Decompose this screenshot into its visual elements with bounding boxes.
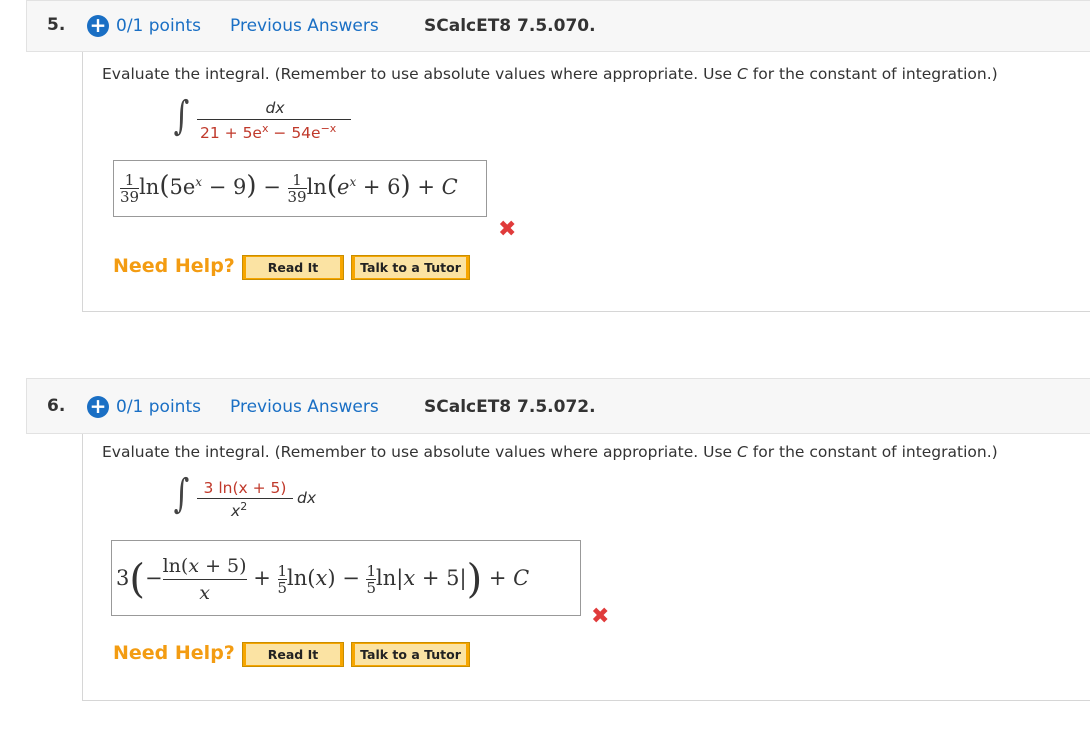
integral-sign-icon: ∫ — [173, 93, 190, 139]
talk-to-tutor-button[interactable]: Talk to a Tutor — [351, 642, 470, 667]
integrand-numerator: 3 ln(x + 5) — [203, 479, 287, 497]
answer-expression: 3(−ln(x + 5) x + 1 5 ln(x) − 1 5 ln|x + 5|) +… — [116, 555, 530, 604]
points-link[interactable]: 0/1 points — [116, 16, 201, 36]
read-it-button[interactable]: Read It — [242, 642, 344, 667]
integrand-numerator: dx — [265, 99, 285, 117]
question-6-header: 6. + 0/1 points Previous Answers SCalcET… — [26, 378, 1090, 434]
integrand-denominator: x2 — [231, 500, 248, 521]
read-it-button[interactable]: Read It — [242, 255, 344, 280]
integrand-denominator: 21 + 5ex − 54e−x — [200, 122, 337, 143]
question-5-header: 5. + 0/1 points Previous Answers SCalcET… — [26, 0, 1090, 52]
question-code: SCalcET8 7.5.070. — [424, 16, 596, 36]
question-code: SCalcET8 7.5.072. — [424, 397, 596, 417]
question-prompt: Evaluate the integral. (Remember to use … — [102, 65, 998, 83]
fraction-bar — [197, 498, 293, 499]
answer-field[interactable]: 1 39 ln(5ex − 9) − 1 39 ln(ex + 6) + C — [113, 160, 487, 217]
previous-answers-link[interactable]: Previous Answers — [230, 397, 379, 417]
fraction-bar — [197, 119, 351, 120]
need-help-label: Need Help? — [113, 255, 235, 277]
integrand-differential: dx — [297, 489, 317, 507]
question-5-body: Evaluate the integral. (Remember to use … — [82, 52, 1090, 312]
expand-plus-icon[interactable]: + — [87, 396, 109, 418]
answer-expression: 1 39 ln(5ex − 9) − 1 39 ln(ex + 6) + C — [120, 171, 458, 206]
question-prompt: Evaluate the integral. (Remember to use … — [102, 443, 998, 461]
incorrect-x-icon: ✖ — [591, 604, 610, 629]
talk-to-tutor-button[interactable]: Talk to a Tutor — [351, 255, 470, 280]
question-number: 5. — [47, 15, 66, 35]
question-number: 6. — [47, 396, 66, 416]
question-6-body: Evaluate the integral. (Remember to use … — [82, 434, 1090, 701]
points-link[interactable]: 0/1 points — [116, 397, 201, 417]
previous-answers-link[interactable]: Previous Answers — [230, 16, 379, 36]
expand-plus-icon[interactable]: + — [87, 15, 109, 37]
integral-sign-icon: ∫ — [173, 471, 190, 517]
need-help-label: Need Help? — [113, 642, 235, 664]
incorrect-x-icon: ✖ — [498, 217, 517, 242]
answer-field[interactable]: 3(−ln(x + 5) x + 1 5 ln(x) − 1 5 ln|x + 5|) +… — [111, 540, 581, 616]
